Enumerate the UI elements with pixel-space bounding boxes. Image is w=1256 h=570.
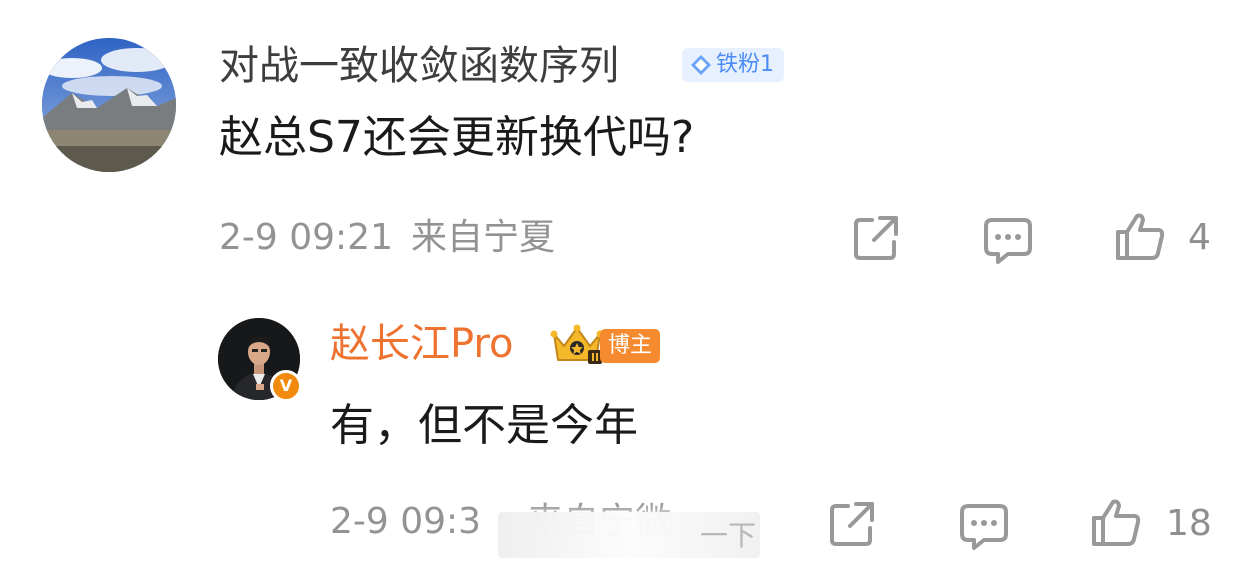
comment-icon[interactable] bbox=[958, 500, 1010, 552]
blogger-role-badge: 博主 bbox=[600, 329, 661, 363]
landscape-avatar-image bbox=[42, 38, 176, 172]
toast-text: 一下 bbox=[699, 519, 756, 552]
thumbs-up-icon[interactable] bbox=[1090, 496, 1142, 548]
commenter-username[interactable]: 对战一致收敛函数序列 bbox=[219, 40, 619, 92]
fan-level-badge: 铁粉1 bbox=[682, 48, 784, 82]
comment-text: 赵总S7还会更新换代吗? bbox=[219, 112, 695, 163]
blogger-username[interactable]: 赵长江Pro bbox=[330, 318, 513, 370]
crown-icon bbox=[550, 324, 604, 364]
fan-badge-label: 铁粉1 bbox=[716, 52, 774, 77]
reply-text: 有，但不是今年 bbox=[330, 400, 638, 451]
comment-time: 2-9 09:21 bbox=[219, 217, 393, 258]
commenter-avatar[interactable] bbox=[42, 38, 176, 172]
comment-icon[interactable] bbox=[982, 214, 1034, 266]
thumbs-up-icon[interactable] bbox=[1114, 210, 1166, 262]
comment-meta: 2-9 09:21 来自宁夏 bbox=[219, 214, 555, 262]
comment-location: 来自宁夏 bbox=[411, 217, 556, 258]
verified-badge: V bbox=[270, 370, 302, 402]
reply-like-count: 18 bbox=[1166, 503, 1212, 544]
comment-like-count: 4 bbox=[1188, 217, 1211, 258]
share-icon[interactable] bbox=[850, 212, 902, 264]
reply-time: 2-9 09:3 bbox=[330, 501, 482, 542]
share-icon[interactable] bbox=[826, 498, 878, 550]
diamond-icon bbox=[691, 55, 711, 75]
toast-overlay: 一下 bbox=[498, 512, 760, 558]
